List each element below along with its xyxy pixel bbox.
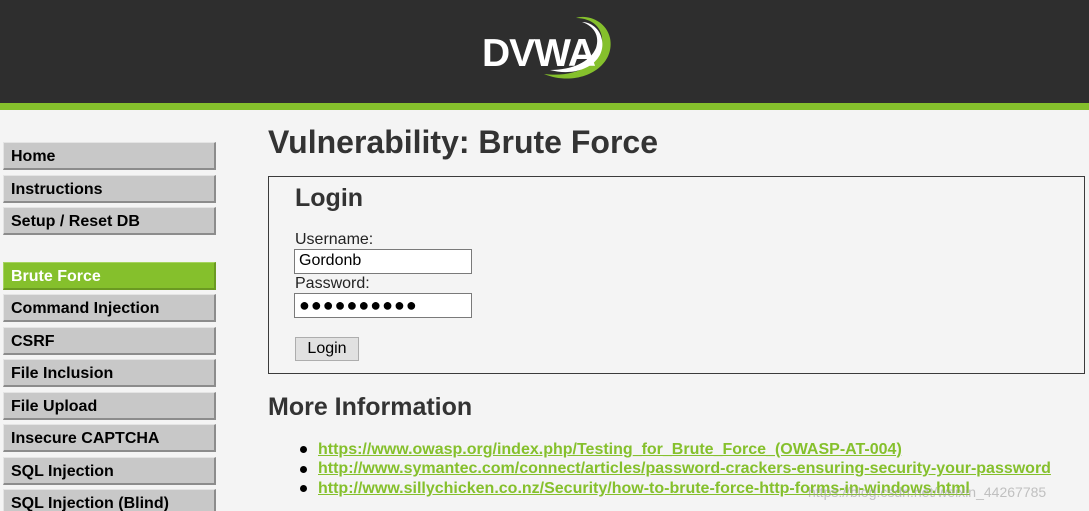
sidebar-item-instructions[interactable]: Instructions (3, 174, 216, 203)
login-button[interactable]: Login (295, 337, 359, 361)
header-accent-bar (0, 103, 1089, 110)
page-title: Vulnerability: Brute Force (268, 124, 658, 160)
username-label: Username: (295, 231, 374, 248)
sidebar-item-file-inclusion[interactable]: File Inclusion (3, 359, 216, 387)
sidebar-item-file-upload[interactable]: File Upload (3, 391, 216, 420)
symantec-link[interactable]: http://www.symantec.com/connect/articles… (318, 460, 1051, 478)
sidebar-item-sql-injection-blind[interactable]: SQL Injection (Blind) (3, 489, 216, 511)
list-item: http://www.symantec.com/connect/articles… (300, 460, 1051, 480)
watermark-text: https://blog.csdn.net/weixin_44267785 (808, 484, 1047, 500)
login-heading: Login (295, 184, 364, 212)
login-form: Login Username: Gordonb Password: ●●●●●●… (268, 176, 1085, 374)
dvwa-logo: DVWA (478, 12, 618, 92)
bullet-icon (300, 446, 307, 454)
logo-text: DVWA (482, 32, 596, 75)
sidebar-item-home[interactable]: Home (3, 142, 216, 170)
sidebar-item-command-injection[interactable]: Command Injection (3, 294, 216, 322)
username-input[interactable]: Gordonb (294, 249, 472, 274)
sidebar-item-sql-injection[interactable]: SQL Injection (3, 456, 216, 485)
sidebar-item-brute-force[interactable]: Brute Force (3, 261, 216, 290)
sidebar-menu: Home Instructions Setup / Reset DB Brute Fo… (3, 142, 216, 511)
more-information-heading: More Information (268, 393, 473, 421)
bullet-icon (300, 465, 307, 473)
owasp-link[interactable]: https://www.owasp.org/index.php/Testing_… (318, 441, 902, 459)
password-input[interactable]: ●●●●●●●●●● (294, 293, 472, 318)
sidebar-item-insecure-captcha[interactable]: Insecure CAPTCHA (3, 424, 216, 452)
password-label: Password: (295, 275, 370, 292)
sidebar-item-csrf[interactable]: CSRF (3, 326, 216, 355)
bullet-icon (300, 485, 307, 493)
list-item: https://www.owasp.org/index.php/Testing_… (300, 440, 1051, 460)
sidebar-item-setup-reset-db[interactable]: Setup / Reset DB (3, 207, 216, 235)
header: DVWA (0, 0, 1089, 103)
